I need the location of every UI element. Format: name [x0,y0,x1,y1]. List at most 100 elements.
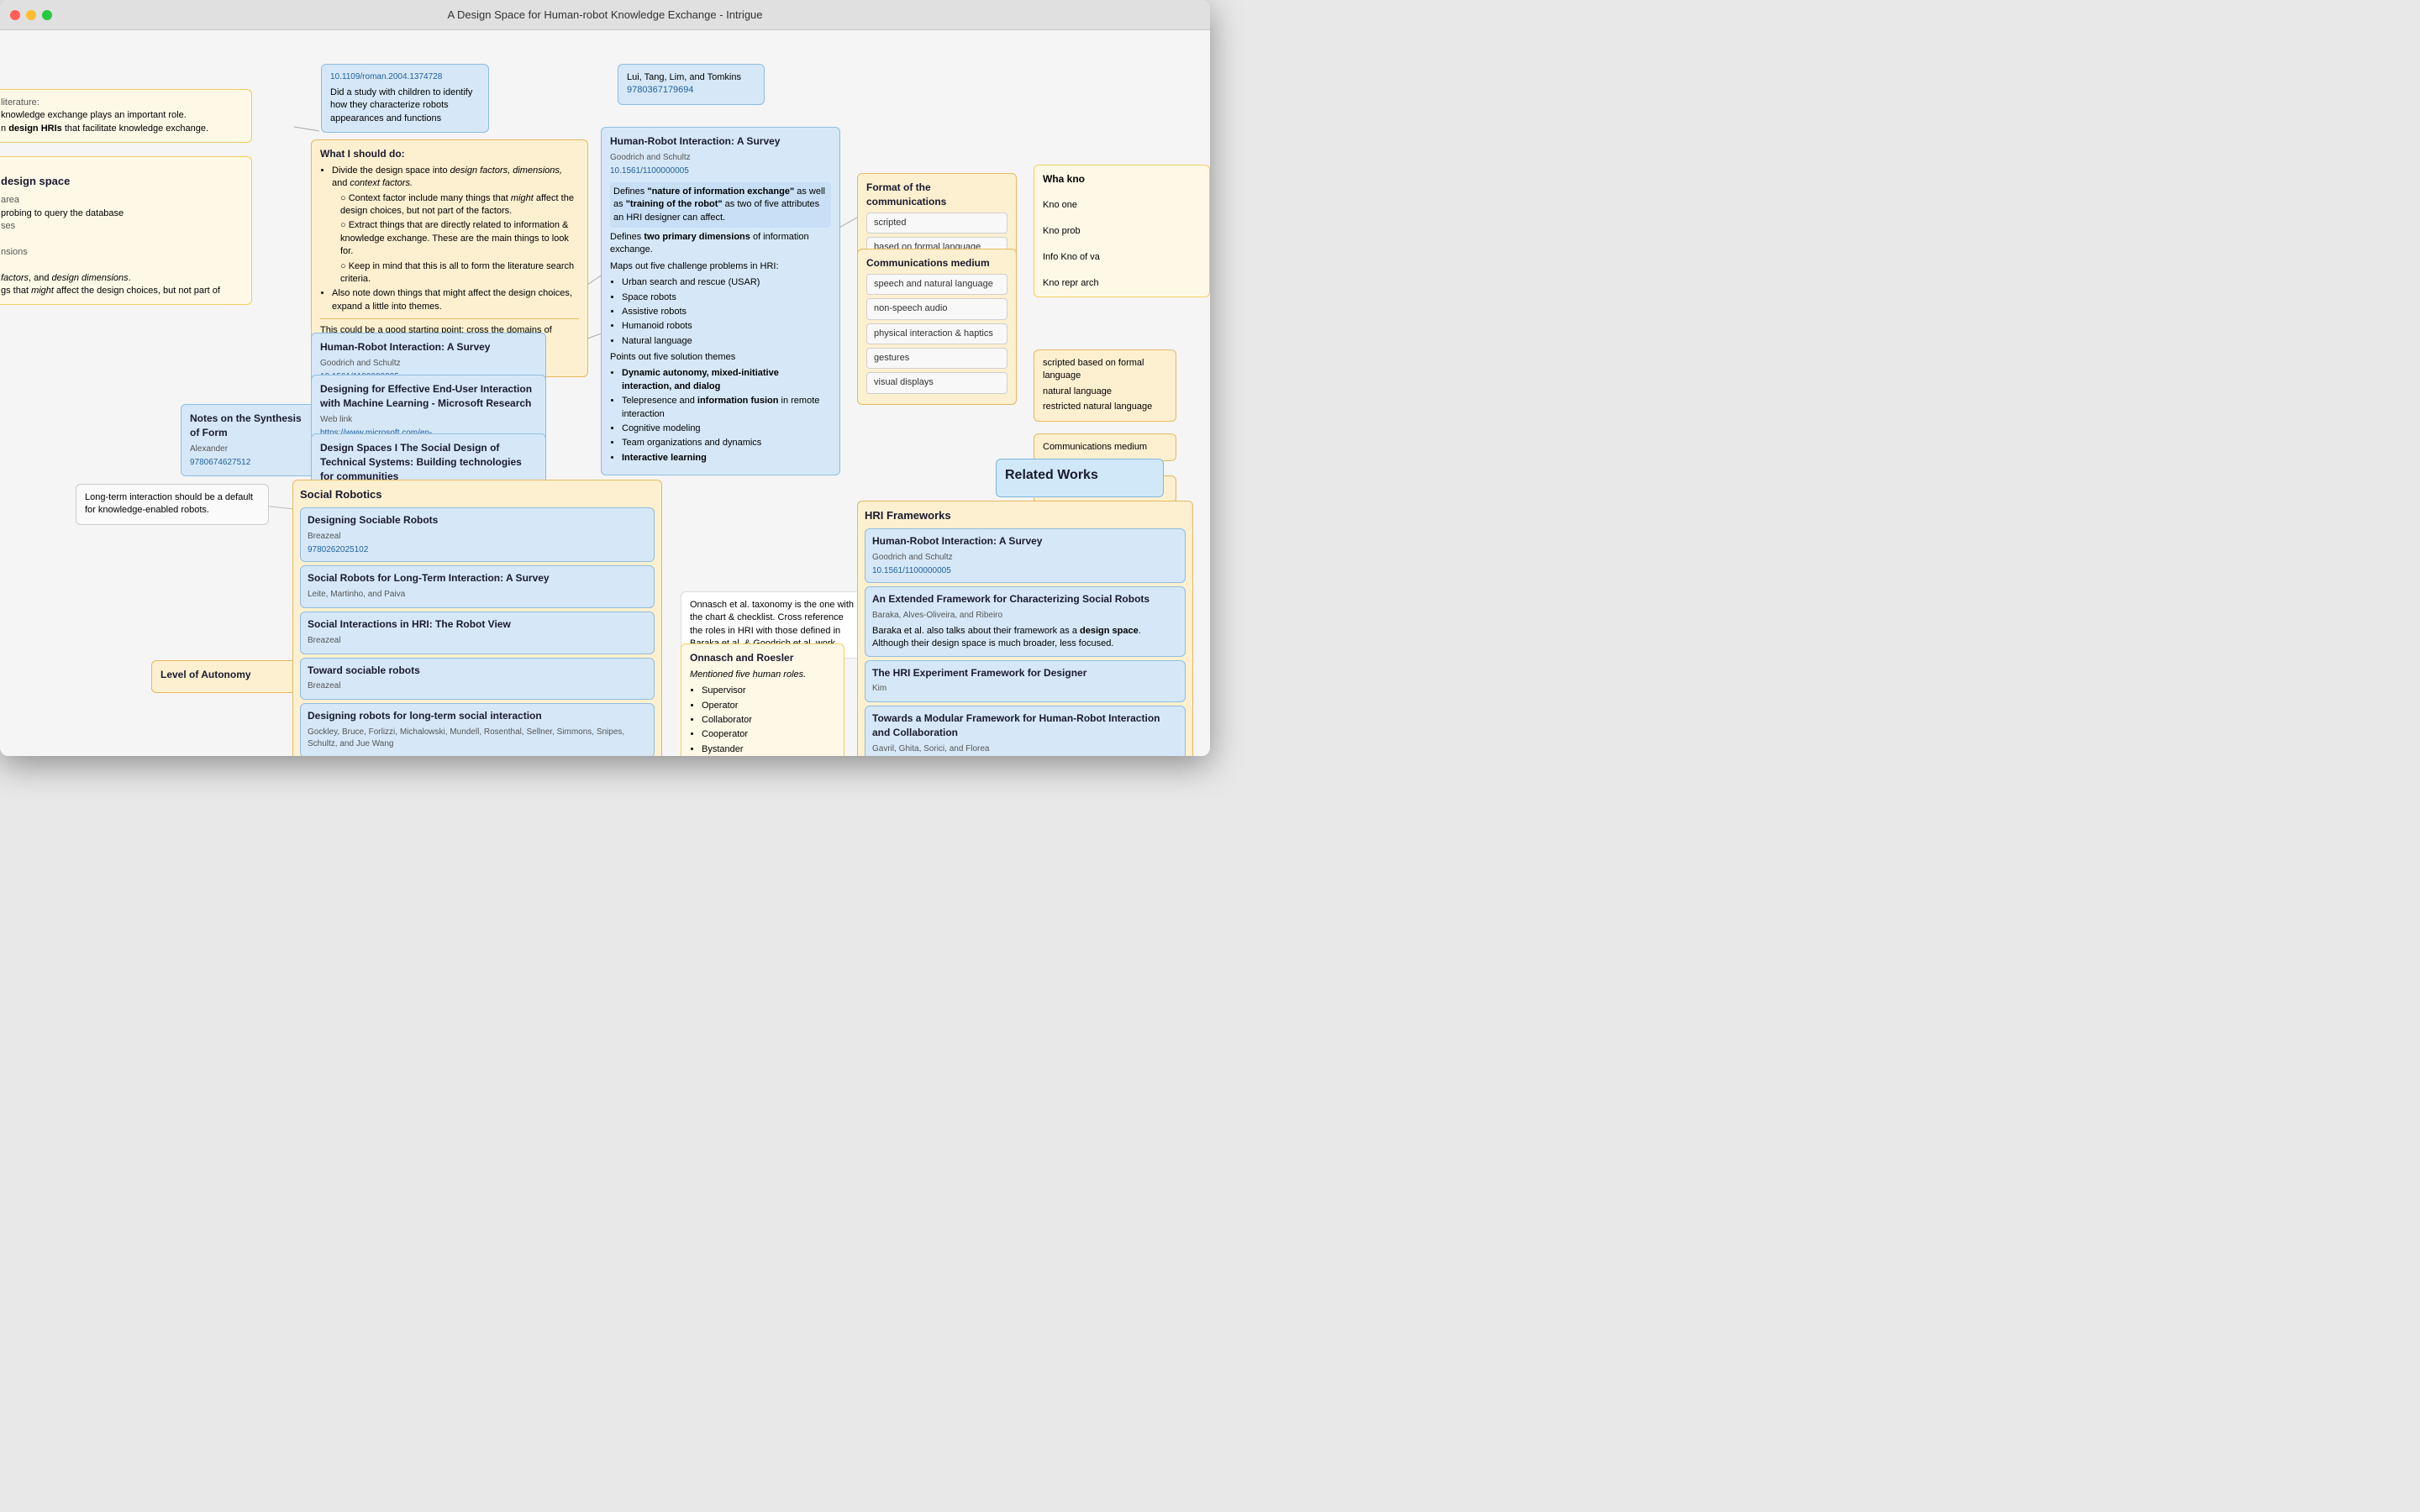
social-robots-survey-card: Social Robots for Long-Term Interaction:… [300,565,655,608]
right-what-text: Wha kno [1043,172,1201,186]
scripted-item-2: natural language [1043,386,1167,398]
role-operator: Operator [702,700,835,712]
study-doi: 10.1109/roman.2004.1374728 [330,71,480,83]
hri-experiment-card: The HRI Experiment Framework for Designe… [865,660,1186,703]
related-works-header: Related Works [996,459,1164,497]
titlebar: A Design Space for Human-robot Knowledge… [0,0,1210,30]
hri-survey-main-card: Human-Robot Interaction: A Survey Goodri… [601,127,840,475]
designing-interaction-title: Designing for Effective End-User Interac… [320,382,537,411]
challenge-5: Natural language [622,335,831,348]
roles-list: Supervisor Operator Collaborator Coopera… [690,685,835,756]
design-space-title: design space [1,174,243,189]
extended-framework-card: An Extended Framework for Characterizing… [865,586,1186,657]
comms-medium-panel-label: Communications medium [1043,441,1167,454]
long-term-text: Long-term interaction should be a defaul… [85,491,260,517]
traffic-lights[interactable] [10,10,52,20]
challenge-4: Humanoid robots [622,320,831,333]
sociable-author: Breazeal [308,531,647,543]
theme-5: Interactive learning [622,452,831,465]
role-supervisor: Supervisor [702,685,835,697]
synthesis-author: Alexander [190,444,306,455]
hri-experiment-title: The HRI Experiment Framework for Designe… [872,666,1178,680]
toward-sociable-author: Breazeal [308,680,647,692]
role-collaborator: Collaborator [702,714,835,727]
comms-medium-title: Communications medium [866,256,1007,270]
communications-medium-card: Communications medium speech and natural… [857,249,1017,405]
onnasch-roesler-title: Onnasch and Roesler [690,651,835,665]
right-know1: Kno one [1043,199,1201,212]
other-doi-text: Lui, Tang, Lim, and Tomkins [627,71,755,84]
other-doi-isbn: 9780367179694 [627,84,755,97]
what-title: What I should do: [320,147,579,161]
what-item-5: Also note down things that might affect … [332,287,579,313]
theme-4: Team organizations and dynamics [622,437,831,449]
long-term-card: Long-term interaction should be a defaul… [76,484,269,525]
toward-sociable-title: Toward sociable robots [308,664,647,678]
what-item-2: ○ Context factor include many things tha… [340,192,579,218]
extended-framework-desc: Baraka et al. also talks about their fra… [872,625,1178,651]
close-button[interactable] [10,10,20,20]
challenge-3: Assistive robots [622,306,831,318]
designing-interaction-type: Web link [320,414,537,426]
modular-framework-title: Towards a Modular Framework for Human-Ro… [872,711,1178,740]
social-survey-authors: Leite, Martinho, and Paiva [308,589,647,601]
scripted-item-1: scripted based on formal language [1043,357,1167,383]
comms-medium-panel-card: Communications medium [1034,433,1176,461]
hri-main-authors: Goodrich and Schultz [610,152,831,164]
right-know2: Kno prob [1043,225,1201,238]
design-spaces-title: Design Spaces I The Social Design of Tec… [320,441,537,483]
designing-longterm-card: Designing robots for long-term social in… [300,703,655,756]
designing-longterm-authors: Gockley, Bruce, Forlizzi, Michalowski, M… [308,727,647,750]
window-title: A Design Space for Human-robot Knowledge… [447,8,762,21]
hri-rw-doi: 10.1561/1100000005 [872,565,1178,577]
left-literature-card: literature: knowledge exchange plays an … [0,89,252,143]
hri-maps-text: Maps out five challenge problems in HRI: [610,260,831,273]
right-partial-card: Wha kno Kno one Kno prob Info Kno of va … [1034,165,1210,297]
hri-rw-authors: Goodrich and Schultz [872,552,1178,564]
study-card: 10.1109/roman.2004.1374728 Did a study w… [321,64,489,133]
format-title: Format of the communications [866,181,1007,209]
hri-challenges-list: Urban search and rescue (USAR) Space rob… [610,276,831,348]
theme-3: Cognitive modeling [622,423,831,435]
hri-survey-small-title: Human-Robot Interaction: A Survey [320,340,537,354]
theme-1: Dynamic autonomy, mixed-initiative inter… [622,367,831,393]
social-interactions-card: Social Interactions in HRI: The Robot Vi… [300,612,655,654]
hri-frameworks-title: HRI Frameworks [865,508,1186,523]
level-autonomy-label: Level of Autonomy [160,668,310,682]
maximize-button[interactable] [42,10,52,20]
modular-framework-card: Towards a Modular Framework for Human-Ro… [865,706,1186,756]
minimize-button[interactable] [26,10,36,20]
right-know3: Kno repr arch [1043,277,1201,290]
social-survey-title: Social Robots for Long-Term Interaction:… [308,571,647,585]
onnasch-roesler-card: Onnasch and Roesler Mentioned five human… [681,643,844,756]
hri-survey-small-authors: Goodrich and Schultz [320,358,537,370]
literature-text: literature: [1,97,243,109]
design-hris-text: n design HRIs that facilitate knowledge … [1,123,243,135]
hri-main-doi: 10.1561/1100000005 [610,165,831,177]
hri-defines-primary: Defines two primary dimensions of inform… [610,231,831,257]
hri-main-title: Human-Robot Interaction: A Survey [610,134,831,149]
what-item-1: Divide the design space into design fact… [332,165,579,191]
hri-experiment-authors: Kim [872,683,1178,695]
tag-physical: physical interaction & haptics [866,323,1007,344]
related-works-title: Related Works [1005,466,1155,485]
canvas: literature: knowledge exchange plays an … [0,30,1210,756]
role-cooperator: Cooperator [702,728,835,741]
notes-synthesis-card: Notes on the Synthesis of Form Alexander… [181,404,315,476]
synthesis-isbn: 9780674627512 [190,457,306,469]
toward-sociable-card: Toward sociable robots Breazeal [300,658,655,701]
role-bystander: Bystander [702,743,835,756]
tag-gestures: gestures [866,348,1007,369]
left-design-space-card: design space area probing to query the d… [0,156,252,305]
study-text: Did a study with children to identify ho… [330,87,480,125]
challenge-2: Space robots [622,291,831,304]
right-info: Info Kno of va [1043,251,1201,264]
theme-2: Telepresence and information fusion in r… [622,395,831,421]
hri-points-text: Points out five solution themes [610,351,831,364]
other-doi-card: Lui, Tang, Lim, and Tomkins 978036717969… [618,64,765,105]
hri-frameworks-section: HRI Frameworks Human-Robot Interaction: … [857,501,1193,756]
scripted-item-3: restricted natural language [1043,401,1167,413]
challenge-1: Urban search and rescue (USAR) [622,276,831,289]
extended-framework-authors: Baraka, Alves-Oliveira, and Ribeiro [872,610,1178,622]
what-item-3: ○ Extract things that are directly relat… [340,219,579,258]
